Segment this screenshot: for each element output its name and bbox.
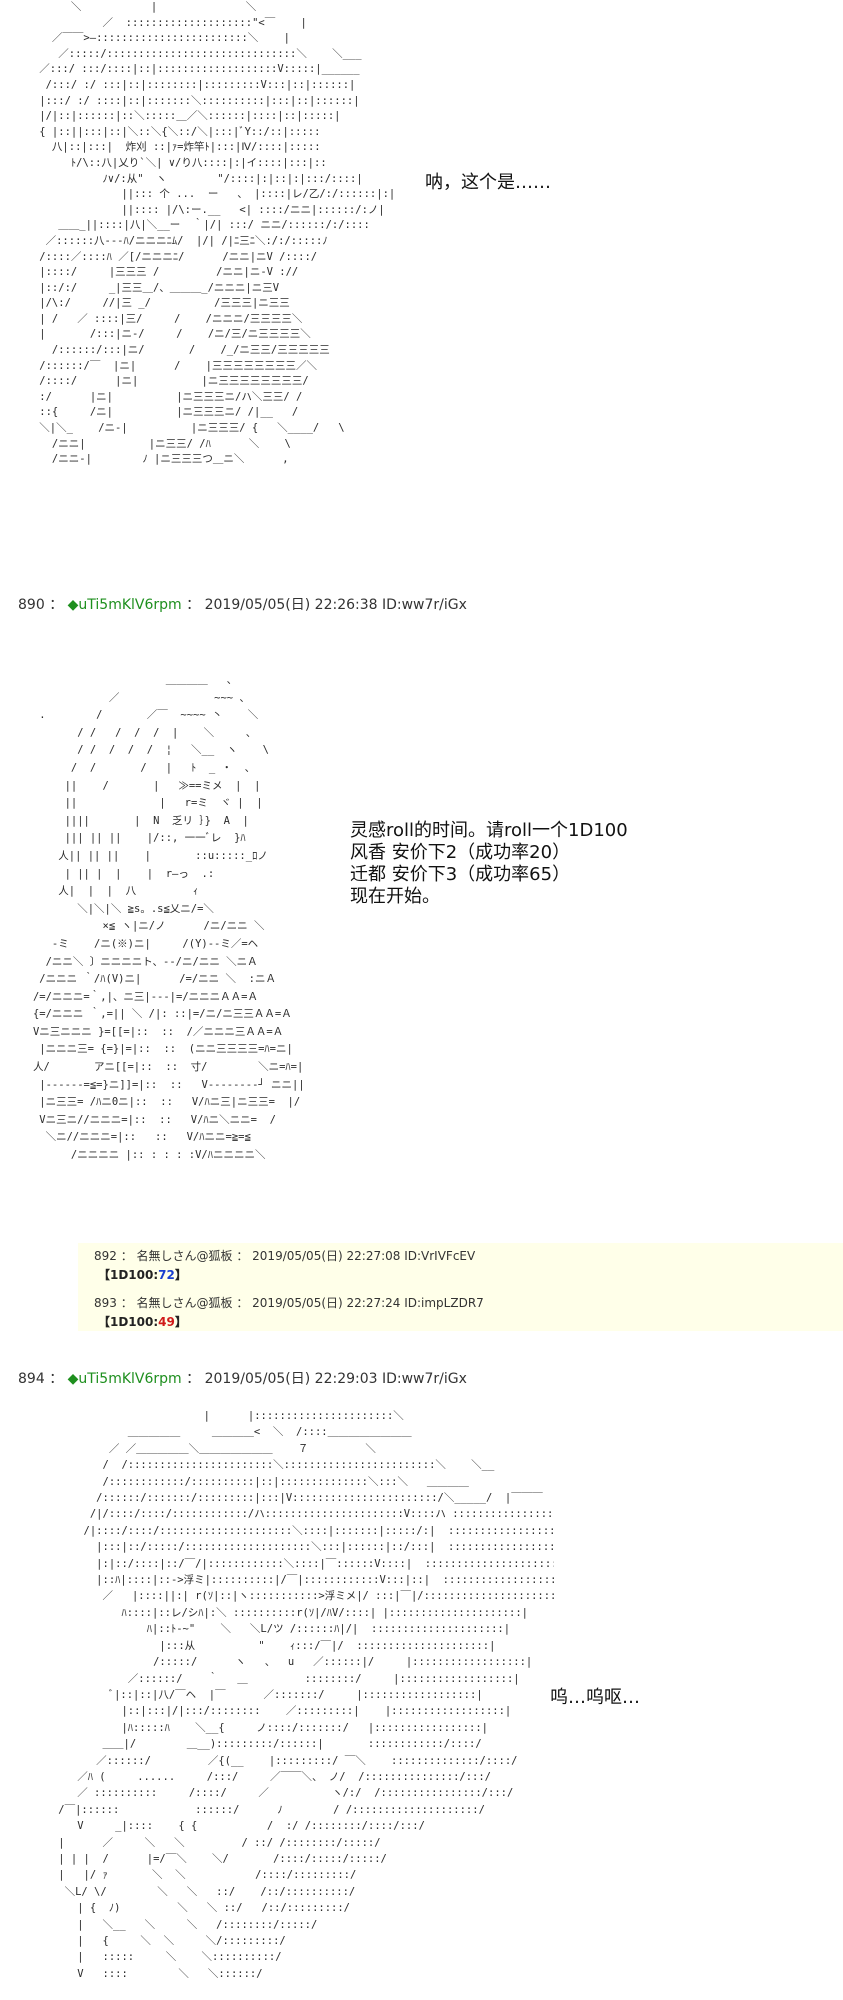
dice-value: 49	[158, 1315, 175, 1329]
trip-diamond-icon: ◆	[67, 597, 79, 613]
post-header-894: 894 ： ◆uTi5mKlV6rpm ： 2019/05/05(日) 22:2…	[18, 1370, 467, 1388]
ascii-art-panel-3: | |::::::::::::::::::::::＼ ＿＿＿＿＿ ＿＿＿＿< ＼…	[58, 1410, 554, 1980]
ascii-art-panel-1: ＼ | ＼ ／ ::::::::::::::::::::"<￣ | ／￣￣>―:…	[39, 1, 396, 466]
dice-close: 】	[174, 1268, 187, 1282]
dice-label: 【1D100:	[98, 1315, 159, 1329]
speech-text-panel-3: 呜…呜呕…	[550, 1687, 640, 1708]
post-header-890: 890 ： ◆uTi5mKlV6rpm ： 2019/05/05(日) 22:2…	[18, 596, 467, 614]
dice-label: 【1D100:	[98, 1268, 159, 1282]
post-number: 894	[18, 1371, 45, 1387]
trip-name[interactable]: uTi5mKlV6rpm	[78, 597, 181, 613]
reply-header-892: 892 ： 名無しさん@狐板 ： 2019/05/05(日) 22:27:08 …	[94, 1249, 476, 1263]
speech-text-panel-1: 呐，这个是……	[425, 172, 557, 193]
post-date-sep: ：	[186, 597, 201, 613]
post-number: 890	[18, 597, 45, 613]
trip-name[interactable]: uTi5mKlV6rpm	[78, 1371, 181, 1387]
dice-close: 】	[174, 1315, 187, 1329]
trip-diamond-icon: ◆	[67, 1371, 79, 1387]
dice-value: 72	[158, 1268, 175, 1282]
post-colon: ：	[49, 597, 64, 613]
reply-header-893: 893 ： 名無しさん@狐板 ： 2019/05/05(日) 22:27:24 …	[94, 1296, 484, 1310]
post-date-sep: ：	[186, 1371, 201, 1387]
post-colon: ：	[49, 1371, 64, 1387]
dice-result-893: 【1D100:49】	[98, 1314, 187, 1330]
post-datetime-id: 2019/05/05(日) 22:26:38 ID:ww7r/iGx	[204, 597, 467, 613]
post-datetime-id: 2019/05/05(日) 22:29:03 ID:ww7r/iGx	[204, 1371, 467, 1387]
speech-text-panel-2: 灵感roll的时间。请roll一个1D100 风香 安价下2（成功率20） 迁都…	[350, 820, 628, 907]
ascii-art-panel-2: ＿＿＿＿ 、 ／ ~~~ 、 . / ／￣ ~~~~ 丶 ＼ / / / / /…	[32, 674, 305, 1162]
dice-result-892: 【1D100:72】	[98, 1267, 187, 1283]
reply-quote-box: 892 ： 名無しさん@狐板 ： 2019/05/05(日) 22:27:08 …	[78, 1243, 843, 1331]
